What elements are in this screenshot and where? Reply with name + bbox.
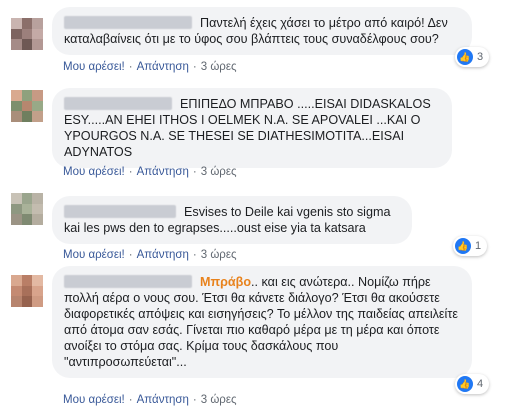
author-name[interactable]: [64, 16, 192, 29]
timestamp[interactable]: 3 ώρες: [201, 166, 237, 178]
like-link[interactable]: Μου αρέσει!: [63, 394, 125, 406]
like-link[interactable]: Μου αρέσει!: [63, 166, 125, 178]
thumbs-up-icon: 👍: [455, 238, 471, 254]
author-name[interactable]: [64, 97, 172, 110]
reply-link[interactable]: Απάντηση: [137, 166, 189, 178]
avatar[interactable]: [11, 193, 43, 225]
timestamp[interactable]: 3 ώρες: [201, 249, 237, 261]
avatar[interactable]: [11, 90, 43, 122]
comment-bubble: Esvises to Deile kai vgenis sto sigma ka…: [52, 196, 412, 244]
reply-link[interactable]: Απάντηση: [137, 249, 189, 261]
author-name[interactable]: [64, 275, 192, 288]
like-link[interactable]: Μου αρέσει!: [63, 61, 125, 73]
like-link[interactable]: Μου αρέσει!: [63, 249, 125, 261]
thumbs-up-icon: 👍: [457, 49, 473, 65]
comment-actions: Μου αρέσει! · Απάντηση · 3 ώρες: [63, 249, 237, 261]
reply-link[interactable]: Απάντηση: [137, 394, 189, 406]
timestamp[interactable]: 3 ώρες: [201, 394, 237, 406]
timestamp[interactable]: 3 ώρες: [201, 61, 237, 73]
comment-actions: Μου αρέσει! · Απάντηση · 3 ώρες: [63, 394, 237, 406]
highlight-text: Μπράβο: [200, 275, 252, 289]
reaction-count[interactable]: 👍 3: [455, 47, 490, 67]
comment-text: .. και εις ανώτερα.. Νομίζω πήρε πολλή α…: [64, 275, 458, 369]
avatar[interactable]: [11, 18, 43, 50]
thumbs-up-icon: 👍: [457, 376, 473, 392]
comment-bubble: Μπράβο.. και εις ανώτερα.. Νομίζω πήρε π…: [52, 266, 472, 378]
comment-actions: Μου αρέσει! · Απάντηση · 3 ώρες: [63, 166, 237, 178]
author-name[interactable]: [64, 205, 176, 218]
reaction-count[interactable]: 👍 1: [453, 236, 488, 256]
comment-bubble: Παντελή έχεις χάσει το μέτρο από καιρό! …: [52, 7, 472, 55]
reply-link[interactable]: Απάντηση: [137, 61, 189, 73]
comment-actions: Μου αρέσει! · Απάντηση · 3 ώρες: [63, 61, 237, 73]
reaction-count[interactable]: 👍 4: [455, 374, 490, 394]
avatar[interactable]: [11, 275, 43, 307]
comment-bubble: ΕΠΙΠΕΔΟ ΜΠΡΑΒΟ .....EISAI DIDASKALOS ESY…: [52, 88, 452, 168]
